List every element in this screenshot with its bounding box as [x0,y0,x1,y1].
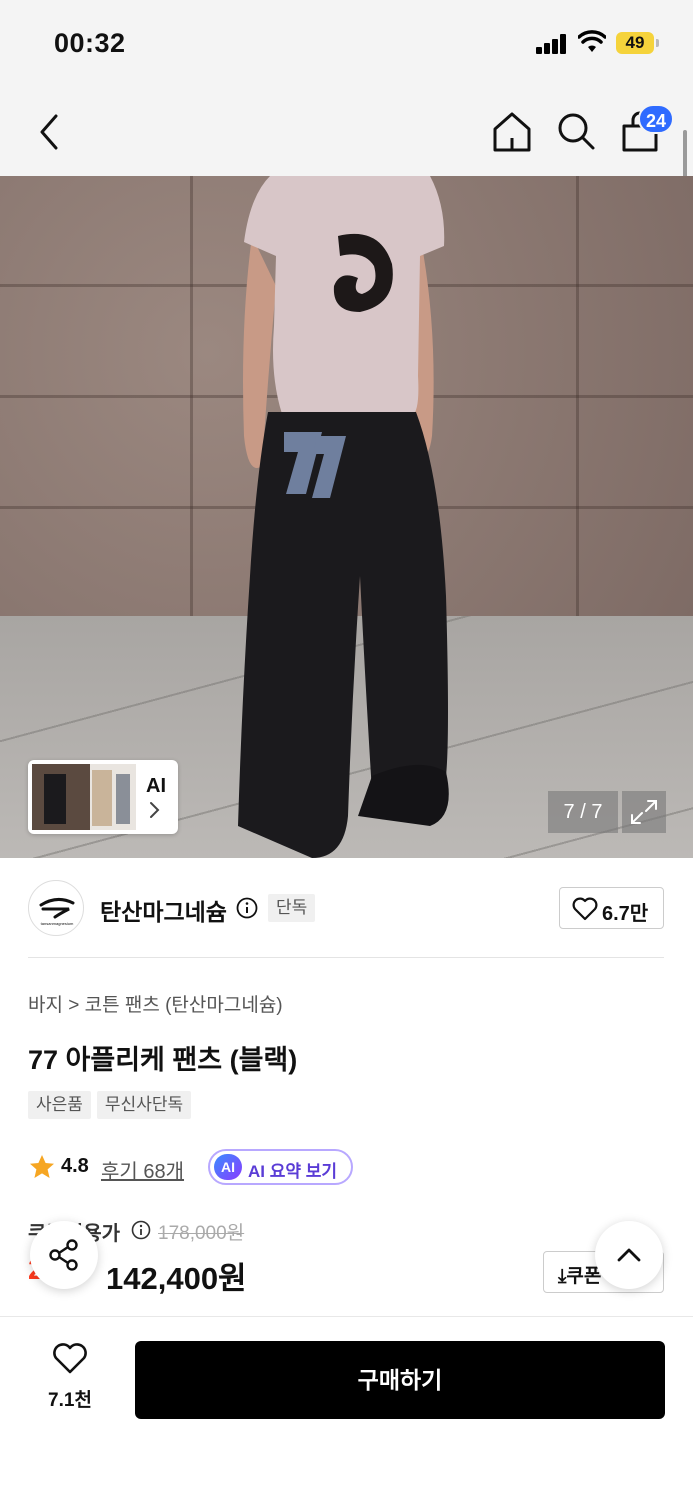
original-price: 178,000원 [158,1223,245,1244]
wishlist-button[interactable]: 7.1천 [40,1343,100,1413]
scroll-top-button[interactable] [595,1221,663,1289]
rating-row: 4.8 후기 68개 AI AI 요약 보기 [28,1149,668,1185]
chevron-up-icon [617,1248,641,1262]
buy-button[interactable]: 구매하기 [135,1341,665,1419]
image-counter: 7 / 7 [548,791,618,833]
battery-icon: 49 [616,32,659,54]
wifi-icon [578,30,606,52]
brand-logo[interactable]: tansanmagnesium [28,880,84,936]
search-icon[interactable] [556,110,596,154]
breadcrumb[interactable]: 바지 > 코튼 팬츠 (탄산마그네슘) [28,990,283,1017]
coupon-label: ⤓쿠폰 [558,1266,602,1287]
model-photo [238,176,449,858]
product-image[interactable] [0,176,693,858]
home-icon[interactable] [492,110,532,154]
back-icon[interactable] [30,110,70,154]
ai-label: AI [146,775,166,797]
brand-like-count: 6.7만 [602,903,649,925]
ai-summary-button[interactable]: AI AI 요약 보기 [208,1149,353,1185]
tag-gift: 사은품 [28,1091,91,1119]
thumbnail-image [32,764,136,830]
brand-logo-text: tansanmagnesium [41,921,74,926]
sale-price: 142,400원 [106,1261,247,1296]
share-button[interactable] [30,1221,98,1289]
bottom-bar: 7.1천 구매하기 [0,1316,693,1500]
reviews-link[interactable]: 후기 68개 [101,1155,184,1184]
cart-count-badge: 24 [638,104,675,134]
info-icon[interactable] [131,1220,151,1240]
brand-name[interactable]: 탄산마그네슘 [100,893,227,927]
top-nav: 24 [0,88,693,176]
share-icon [49,1239,78,1271]
exclusive-tag: 단독 [268,894,316,922]
status-time: 00:32 [54,28,126,58]
heart-icon [572,897,598,921]
wishlist-count: 7.1천 [48,1390,92,1411]
heart-icon [53,1343,87,1374]
product-tags: 사은품 무신사단독 [28,1091,192,1119]
info-icon[interactable] [236,897,258,919]
product-title: 77 아플리케 팬츠 (블랙) [28,1045,298,1075]
divider [28,957,664,958]
signal-icon [536,34,568,54]
chevron-right-icon[interactable] [148,800,162,820]
rating-value: 4.8 [61,1155,89,1177]
ai-summary-label: AI 요약 보기 [248,1162,338,1181]
expand-icon[interactable] [622,791,666,833]
brand-like-button[interactable]: 6.7만 [559,887,664,929]
tag-exclusive: 무신사단독 [96,1091,192,1119]
status-bar: 00:32 49 [0,0,693,88]
star-icon [30,1155,54,1178]
ai-badge-icon: AI [214,1154,242,1180]
